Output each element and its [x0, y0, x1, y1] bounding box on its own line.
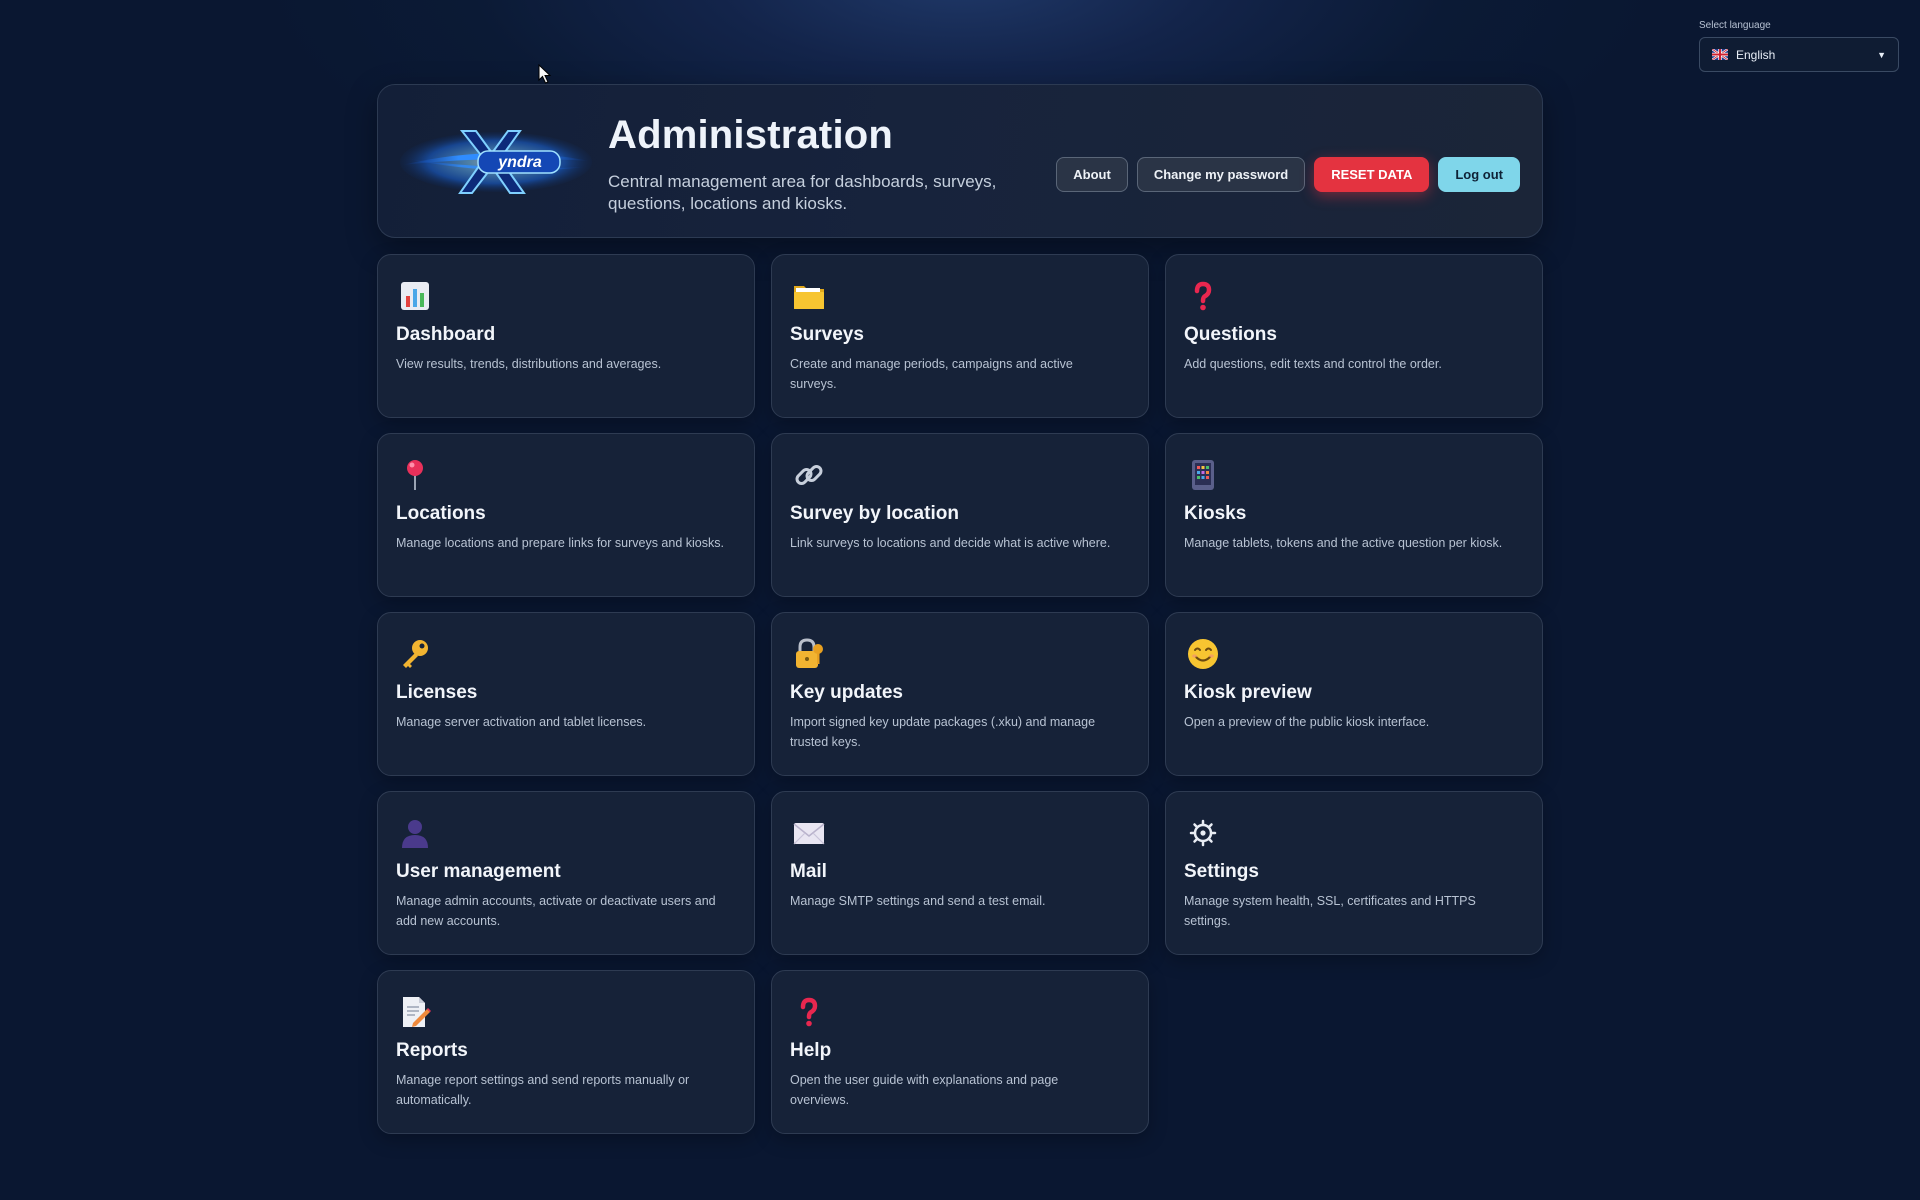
- tile-title: Questions: [1184, 324, 1277, 345]
- tile-description: Create and manage periods, campaigns and…: [790, 357, 1073, 391]
- language-dropdown[interactable]: English ▼: [1699, 37, 1899, 72]
- bar-chart-icon: [398, 279, 432, 313]
- tile-survey-by-location[interactable]: Survey by location Link surveys to locat…: [771, 433, 1149, 597]
- tile-title: Dashboard: [396, 324, 496, 345]
- gear-icon: [1186, 816, 1220, 850]
- key-icon: [398, 637, 432, 671]
- tile-title: Licenses: [396, 682, 478, 703]
- tile-kiosk-preview[interactable]: Kiosk preview Open a preview of the publ…: [1165, 612, 1543, 776]
- tile-description: Manage system health, SSL, certificates …: [1184, 894, 1476, 928]
- tile-title: Settings: [1184, 861, 1259, 882]
- change-password-button[interactable]: Change my password: [1136, 157, 1306, 192]
- tile-description: Manage admin accounts, activate or deact…: [396, 894, 716, 928]
- tile-description: Manage tablets, tokens and the active qu…: [1184, 536, 1503, 550]
- tile-title: Locations: [396, 503, 486, 524]
- tile-title: Reports: [396, 1040, 468, 1061]
- page-title: Administration: [608, 113, 894, 157]
- chevron-down-icon: ▼: [1877, 49, 1886, 60]
- tile-kiosks[interactable]: Kiosks Manage tablets, tokens and the ac…: [1165, 433, 1543, 597]
- tile-locations[interactable]: Locations Manage locations and prepare l…: [377, 433, 755, 597]
- tile-user-management[interactable]: User management Manage admin accounts, a…: [377, 791, 755, 955]
- logout-button[interactable]: Log out: [1438, 157, 1520, 192]
- tile-title: Survey by location: [790, 503, 959, 524]
- tile-key-updates[interactable]: Key updates Import signed key update pac…: [771, 612, 1149, 776]
- tile-title: Kiosk preview: [1184, 682, 1312, 703]
- tile-title: Kiosks: [1184, 503, 1247, 524]
- link-icon: [792, 458, 826, 492]
- tile-title: Mail: [790, 861, 827, 882]
- admin-tile-grid: Dashboard View results, trends, distribu…: [377, 254, 1543, 1134]
- tile-description: Open the user guide with explanations an…: [790, 1073, 1059, 1107]
- smiley-icon: [1186, 637, 1220, 671]
- tile-description: Manage locations and prepare links for s…: [396, 536, 724, 550]
- tile-mail[interactable]: Mail Manage SMTP settings and send a tes…: [771, 791, 1149, 955]
- language-selector: Select language English ▼: [1699, 20, 1899, 72]
- page-subtitle: Central management area for dashboards, …: [608, 172, 997, 213]
- question-mark-icon: [792, 995, 826, 1029]
- tile-questions[interactable]: Questions Add questions, edit texts and …: [1165, 254, 1543, 418]
- envelope-icon: [792, 816, 826, 850]
- svg-text:yndra: yndra: [497, 154, 542, 171]
- report-icon: [398, 995, 432, 1029]
- tile-title: User management: [396, 861, 561, 882]
- brand-logo: yndra: [400, 125, 592, 199]
- tile-description: Manage server activation and tablet lice…: [396, 715, 647, 729]
- language-value: English: [1736, 47, 1776, 62]
- tile-description: Add questions, edit texts and control th…: [1184, 357, 1442, 371]
- tile-description: Manage SMTP settings and send a test ema…: [790, 894, 1046, 908]
- tablet-icon: [1186, 458, 1220, 492]
- uk-flag-icon: [1712, 49, 1728, 60]
- tile-settings[interactable]: Settings Manage system health, SSL, cert…: [1165, 791, 1543, 955]
- tile-description: Import signed key update packages (.xku)…: [790, 715, 1096, 749]
- question-mark-icon: [1186, 279, 1220, 313]
- tile-surveys[interactable]: Surveys Create and manage periods, campa…: [771, 254, 1149, 418]
- folder-icon: [792, 279, 826, 313]
- tile-description: Open a preview of the public kiosk inter…: [1184, 715, 1430, 729]
- pushpin-icon: [398, 458, 432, 492]
- tile-description: View results, trends, distributions and …: [396, 357, 662, 371]
- tile-description: Manage report settings and send reports …: [396, 1073, 690, 1107]
- tile-description: Link surveys to locations and decide wha…: [790, 536, 1111, 550]
- lock-key-icon: [792, 637, 826, 671]
- tile-title: Key updates: [790, 682, 903, 703]
- tile-reports[interactable]: Reports Manage report settings and send …: [377, 970, 755, 1134]
- tile-dashboard[interactable]: Dashboard View results, trends, distribu…: [377, 254, 755, 418]
- user-icon: [398, 816, 432, 850]
- admin-header: yndra Administration Central management …: [377, 84, 1543, 238]
- language-label: Select language: [1699, 20, 1771, 31]
- tile-title: Surveys: [790, 324, 864, 345]
- tile-title: Help: [790, 1040, 832, 1061]
- header-actions: About Change my password RESET DATA Log …: [1056, 157, 1520, 192]
- tile-help[interactable]: Help Open the user guide with explanatio…: [771, 970, 1149, 1134]
- reset-data-button[interactable]: RESET DATA: [1314, 157, 1430, 192]
- tile-licenses[interactable]: Licenses Manage server activation and ta…: [377, 612, 755, 776]
- about-button[interactable]: About: [1056, 157, 1128, 192]
